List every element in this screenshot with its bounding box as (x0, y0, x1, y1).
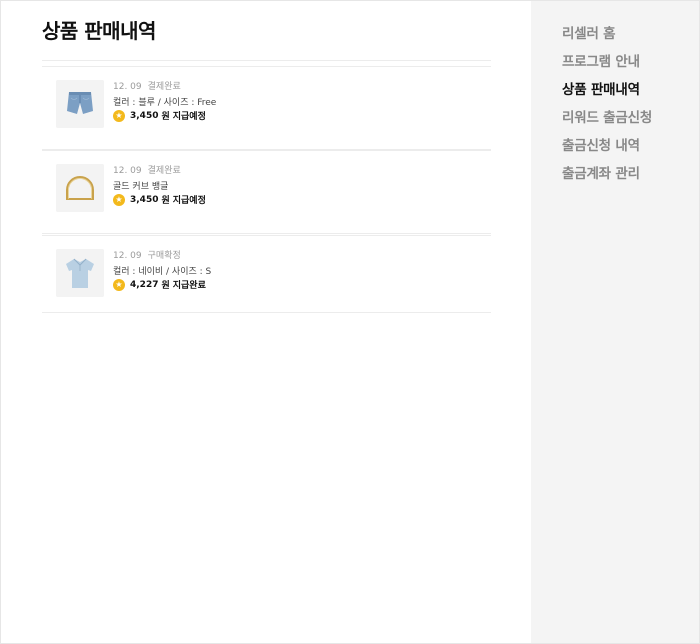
page-border (0, 0, 700, 644)
